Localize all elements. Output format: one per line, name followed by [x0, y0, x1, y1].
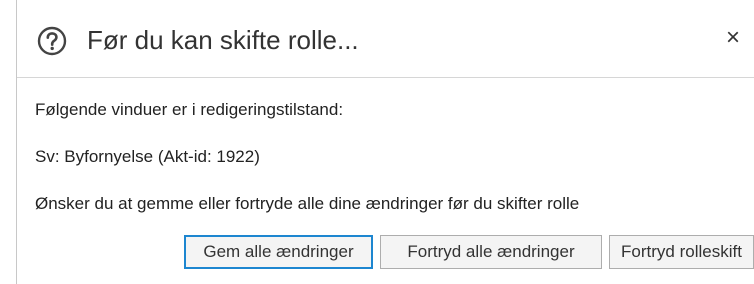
role-change-dialog: Før du kan skifte rolle... × Følgende vi…: [16, 0, 754, 284]
dialog-title: Før du kan skifte rolle...: [87, 25, 359, 55]
question-text: Ønsker du at gemme eller fortryde alle d…: [35, 194, 580, 213]
editing-window-item: Sv: Byfornyelse (Akt-id: 1922): [35, 147, 260, 166]
undo-role-change-button[interactable]: Fortryd rolleskift: [609, 235, 754, 269]
dialog-header: Før du kan skifte rolle... ×: [17, 0, 754, 78]
undo-all-changes-button[interactable]: Fortryd alle ændringer: [380, 235, 602, 269]
intro-text: Følgende vinduer er i redigeringstilstan…: [35, 100, 344, 119]
save-all-changes-button[interactable]: Gem alle ændringer: [184, 235, 373, 269]
button-row: Gem alle ændringer Fortryd alle ændringe…: [17, 235, 754, 269]
close-icon[interactable]: ×: [719, 20, 747, 56]
question-circle-icon: [37, 26, 67, 56]
